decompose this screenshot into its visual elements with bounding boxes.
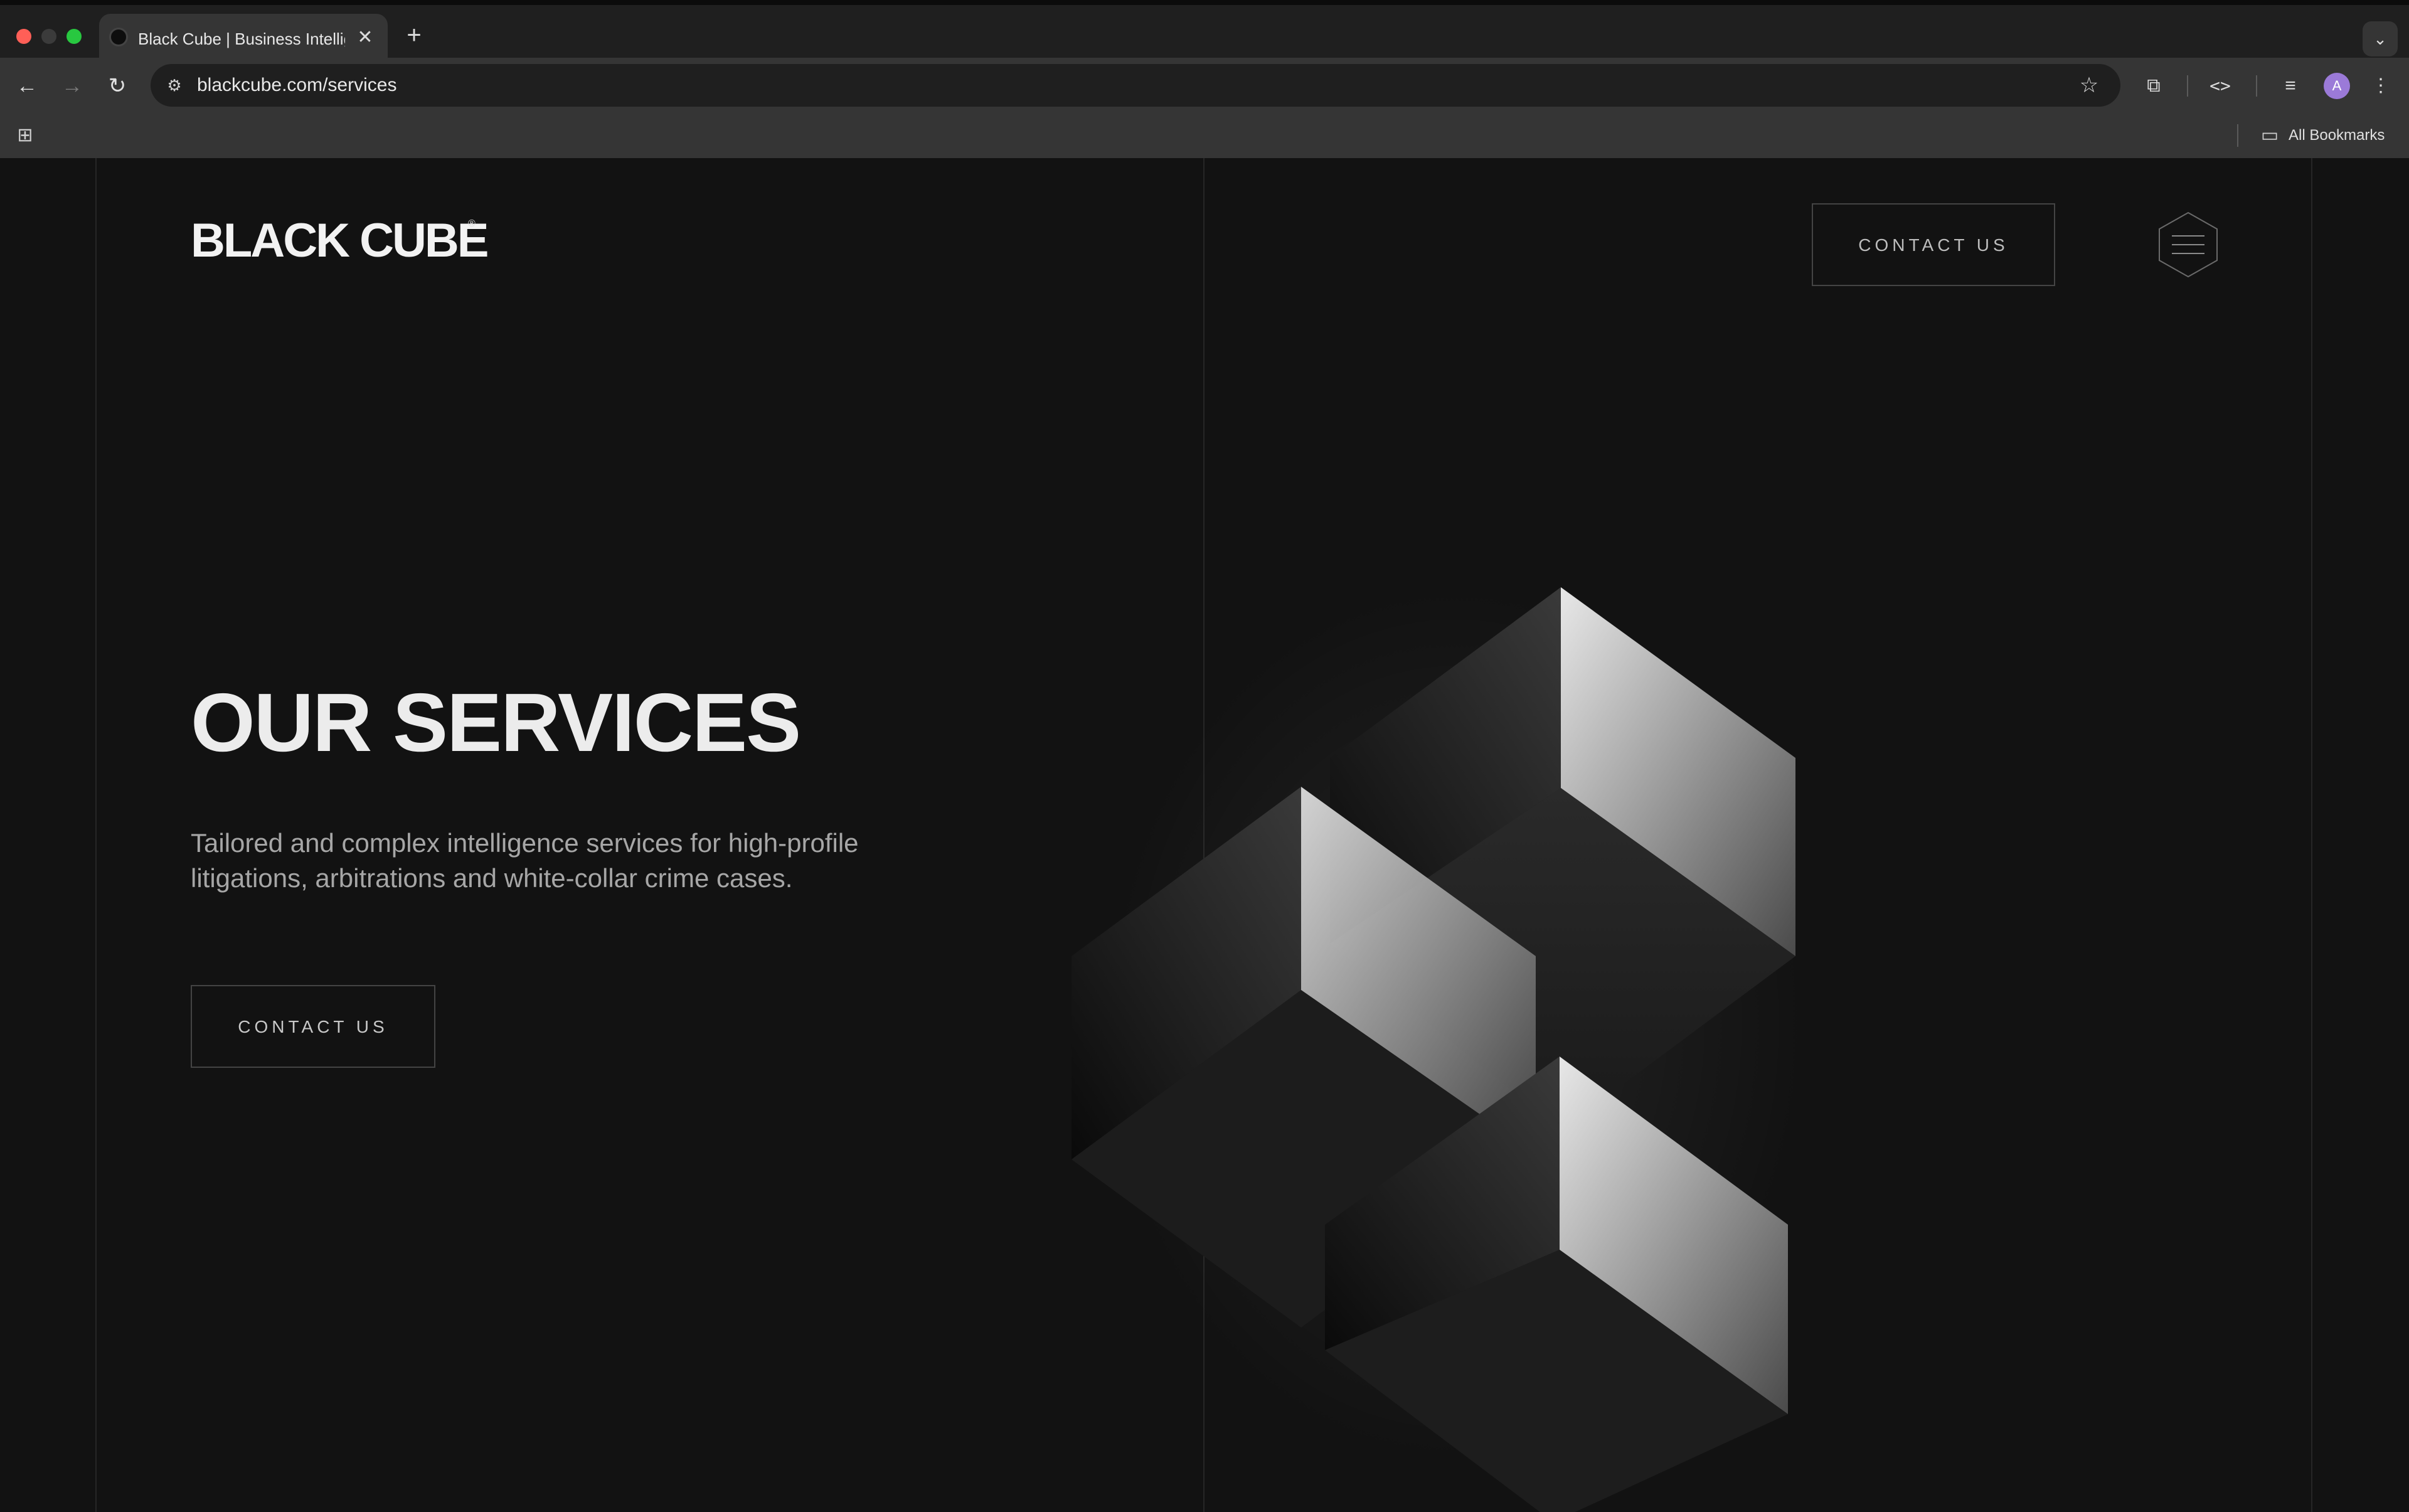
bookmark-star-icon[interactable]: ☆: [2075, 72, 2103, 99]
browser-toolbar: ← → ↻ ⚙ blackcube.com/services ☆ ⧉ <> ≡ …: [0, 58, 2409, 113]
tab-close-icon[interactable]: ✕: [353, 25, 378, 50]
folder-icon[interactable]: ▭: [2257, 123, 2282, 148]
forward-arrow-icon[interactable]: →: [56, 70, 88, 102]
window-minimize-button[interactable]: [41, 29, 56, 44]
address-bar[interactable]: ⚙ blackcube.com/services ☆: [151, 64, 2120, 107]
new-tab-icon[interactable]: +: [400, 21, 428, 49]
tab-title: Black Cube | Business Intelligence: [138, 29, 345, 48]
bookmarks-divider: [2237, 124, 2238, 147]
site-logo[interactable]: BLACK CUBE: [191, 216, 489, 266]
menu-hexagon-icon[interactable]: [2157, 211, 2220, 279]
browser-tab-strip: Black Cube | Business Intelligence ✕ + ⌄: [0, 0, 2409, 63]
toolbar-divider: [2256, 75, 2257, 97]
browser-menu-icon[interactable]: ⋮: [2365, 70, 2396, 102]
favicon-icon: [109, 28, 128, 46]
hero-contact-button[interactable]: CONTACT US: [191, 985, 435, 1068]
cubes-illustration: [1072, 585, 1807, 1512]
apps-grid-icon[interactable]: ⊞: [14, 124, 36, 147]
grid-line: [2311, 158, 2312, 1512]
back-arrow-icon[interactable]: ←: [11, 70, 43, 102]
tab-search-icon[interactable]: ⌄: [2363, 21, 2398, 56]
all-bookmarks-link[interactable]: All Bookmarks: [2289, 123, 2385, 148]
page-title: OUR SERVICES: [191, 676, 801, 769]
site-settings-icon[interactable]: ⚙: [162, 73, 187, 98]
code-icon[interactable]: <>: [2204, 70, 2236, 102]
page-subtitle: Tailored and complex intelligence servic…: [191, 828, 859, 893]
extensions-icon[interactable]: ⧉: [2138, 70, 2169, 102]
profile-avatar[interactable]: A: [2324, 73, 2350, 99]
media-control-icon[interactable]: ≡: [2275, 70, 2306, 102]
window-maximize-button[interactable]: [66, 29, 82, 44]
page-content: BLACK CUBE ® CONTACT US OUR SERVICES Tai…: [0, 158, 2409, 1512]
browser-tab-active[interactable]: Black Cube | Business Intelligence ✕: [99, 14, 388, 63]
bookmarks-bar: ⊞ ▭ All Bookmarks: [0, 113, 2409, 158]
grid-line: [95, 158, 97, 1512]
registered-mark: ®: [468, 218, 476, 229]
url-text[interactable]: blackcube.com/services: [197, 73, 396, 98]
header-contact-button[interactable]: CONTACT US: [1812, 203, 2055, 286]
toolbar-divider: [2187, 75, 2188, 97]
window-close-button[interactable]: [16, 29, 31, 44]
reload-icon[interactable]: ↻: [102, 70, 133, 102]
